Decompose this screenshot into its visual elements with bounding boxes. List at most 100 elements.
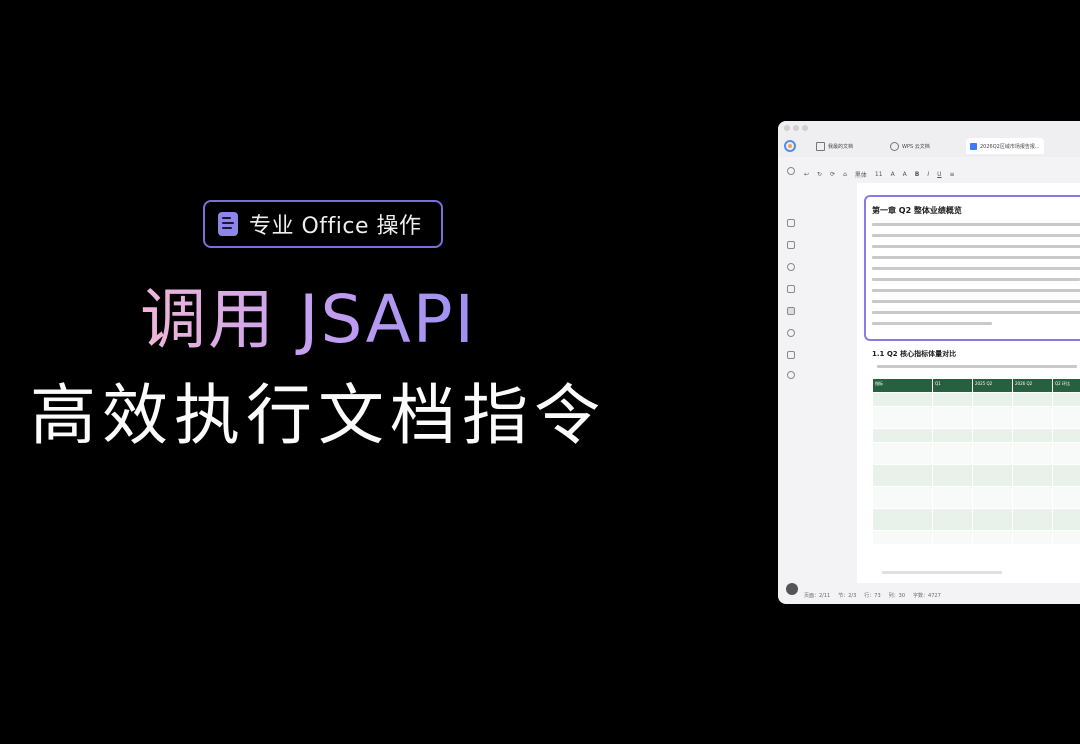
redo-icon[interactable]: ↻ xyxy=(817,171,822,178)
italic-button[interactable]: I xyxy=(927,171,929,178)
align-button[interactable]: ≡ xyxy=(950,171,955,178)
history-icon[interactable] xyxy=(787,263,795,271)
table-cell xyxy=(933,509,973,531)
table-cell xyxy=(973,407,1013,429)
undo-icon[interactable]: ↩ xyxy=(804,171,809,178)
settings-icon[interactable] xyxy=(787,371,795,379)
window-maximize-dot[interactable] xyxy=(802,125,808,131)
table-cell xyxy=(1013,487,1053,509)
cloud-icon xyxy=(890,141,899,151)
table-cell xyxy=(873,465,933,487)
home-icon[interactable]: ⌂ xyxy=(843,171,847,178)
table-row xyxy=(873,465,1080,487)
tab-label: 我最的文档 xyxy=(828,143,854,150)
table-cell xyxy=(973,465,1013,487)
table-cell xyxy=(873,443,933,465)
document-page[interactable]: 第一章 Q2 整体业绩概览 1.1 Q2 核心指标体量对比 指标 Q1 2025… xyxy=(857,183,1080,583)
window-close-dot[interactable] xyxy=(784,125,790,131)
table-header-cell: Q2 环比 xyxy=(1053,379,1080,393)
tab-label: 2026Q2区域市场报告报... xyxy=(980,143,1040,150)
outline-icon[interactable] xyxy=(787,307,795,315)
table-cell xyxy=(1053,531,1080,545)
table-row xyxy=(873,443,1080,465)
table-cell xyxy=(1013,509,1053,531)
table-cell xyxy=(973,509,1013,531)
text-line xyxy=(872,278,1080,281)
chapter-title: 第一章 Q2 整体业绩概览 xyxy=(872,206,962,215)
comment-icon[interactable] xyxy=(787,351,795,359)
table-footnote xyxy=(882,571,1002,574)
table-cell xyxy=(1053,509,1080,531)
tab-my-documents[interactable]: 我最的文档 xyxy=(812,138,857,154)
table-header-cell: 2026 Q2 xyxy=(1013,379,1053,393)
table-cell xyxy=(1013,407,1053,429)
edit-icon[interactable] xyxy=(787,219,795,227)
table-cell xyxy=(873,429,933,443)
document-app-window: 我最的文档 WPS 云文档 2026Q2区域市场报告报... ↩ ↻ ⟳ ⌂ 黑… xyxy=(778,121,1080,604)
font-grow-button[interactable]: A xyxy=(891,171,895,178)
table-cell xyxy=(873,487,933,509)
table-cell xyxy=(1053,443,1080,465)
apps-icon[interactable] xyxy=(784,140,796,152)
table-cell xyxy=(1053,487,1080,509)
bold-button[interactable]: B xyxy=(915,171,920,178)
table-cell xyxy=(973,429,1013,443)
avatar[interactable] xyxy=(786,583,798,595)
text-line xyxy=(872,322,992,325)
tab-label: WPS 云文档 xyxy=(902,143,930,150)
tab-bar: 我最的文档 WPS 云文档 2026Q2区域市场报告报... xyxy=(778,135,1080,157)
status-row: 行：73 xyxy=(864,593,881,599)
font-shrink-button[interactable]: A xyxy=(903,171,907,178)
badge-label: 专业 Office 操作 xyxy=(249,214,422,239)
table-body xyxy=(873,393,1080,545)
format-toolbar: ↩ ↻ ⟳ ⌂ 黑体 11 A A B I U ≡ xyxy=(804,165,1080,183)
font-family-select[interactable]: 黑体 xyxy=(855,170,867,179)
table-header-cell: Q1 xyxy=(933,379,973,393)
table-cell xyxy=(933,393,973,407)
text-line xyxy=(872,289,1080,292)
tab-wps-cloud[interactable]: WPS 云文档 xyxy=(886,138,934,154)
tab-active-document[interactable]: 2026Q2区域市场报告报... xyxy=(966,138,1044,154)
headline-primary: 调用 JSAPI xyxy=(140,281,476,358)
table-cell xyxy=(973,531,1013,545)
document-icon xyxy=(218,212,238,236)
table-cell xyxy=(1053,393,1080,407)
text-line xyxy=(872,267,1080,270)
table-header-row: 指标 Q1 2025 Q2 2026 Q2 Q2 环比 xyxy=(873,379,1080,393)
font-size-select[interactable]: 11 xyxy=(875,171,883,178)
folder-icon xyxy=(816,141,825,151)
table-cell xyxy=(973,443,1013,465)
back-icon[interactable] xyxy=(787,167,795,175)
table-cell xyxy=(1013,393,1053,407)
table-header-cell: 指标 xyxy=(873,379,933,393)
text-line xyxy=(872,245,1080,248)
tools-icon[interactable] xyxy=(787,241,795,249)
refresh-icon[interactable]: ⟳ xyxy=(830,171,835,178)
table-cell xyxy=(973,393,1013,407)
table-cell xyxy=(1013,429,1053,443)
table-cell xyxy=(873,407,933,429)
window-minimize-dot[interactable] xyxy=(793,125,799,131)
table-row xyxy=(873,531,1080,545)
link-icon[interactable] xyxy=(787,285,795,293)
table-cell xyxy=(933,407,973,429)
table-cell xyxy=(933,487,973,509)
table-cell xyxy=(873,509,933,531)
table-row xyxy=(873,509,1080,531)
section-title: 1.1 Q2 核心指标体量对比 xyxy=(872,350,957,358)
table-row xyxy=(873,487,1080,509)
table-cell xyxy=(933,443,973,465)
headline-secondary: 高效执行文档指令 xyxy=(30,377,606,454)
table-cell xyxy=(1053,465,1080,487)
table-cell xyxy=(1053,429,1080,443)
table-cell xyxy=(1053,407,1080,429)
status-bar: 页面：2/11 节：2/3 行：73 列：30 字数：4727 xyxy=(804,587,1080,604)
table-cell xyxy=(933,465,973,487)
clock-icon[interactable] xyxy=(787,329,795,337)
text-line xyxy=(872,223,1080,226)
text-line xyxy=(872,256,1080,259)
underline-button[interactable]: U xyxy=(937,171,941,178)
feature-badge: 专业 Office 操作 xyxy=(203,200,443,248)
text-line xyxy=(872,234,1080,237)
table-cell xyxy=(873,531,933,545)
